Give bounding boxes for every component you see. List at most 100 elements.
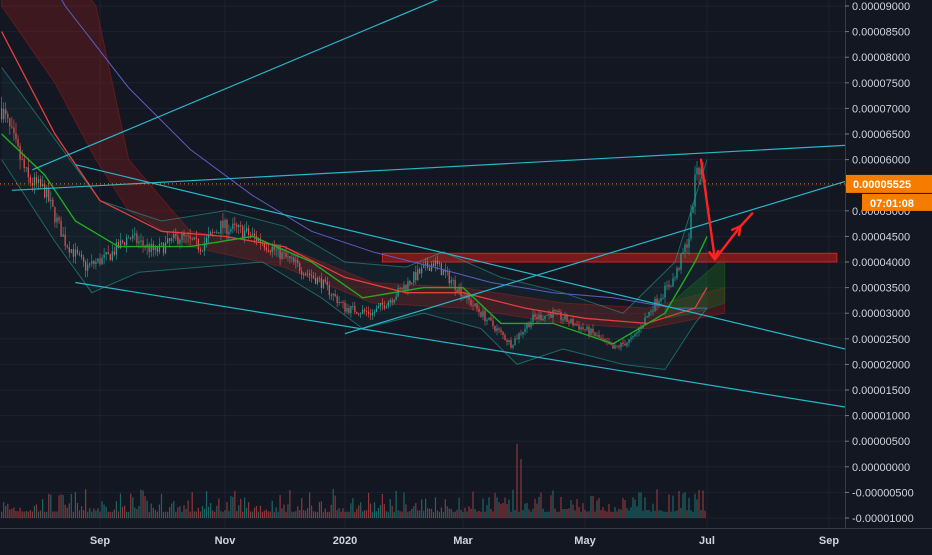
price-axis[interactable]: 0.00009000 0.00008500 0.00008000 0.00007500… [845,0,932,550]
candle-body [666,284,668,286]
volume-bar [682,493,684,518]
candle-body [175,234,177,237]
candle-body [76,249,79,254]
candle-body [308,273,311,276]
time-axis[interactable]: Sep Nov 2020 Mar May Jul Sep [0,528,932,550]
candle-body [496,328,498,332]
candle-body [432,263,435,266]
candle-body [70,249,72,253]
candle-body [27,167,29,178]
candle-body [682,252,684,254]
candle-body [238,225,240,228]
price-tick-label: 0.00004000 [852,257,910,269]
volume-bar [352,498,354,518]
volume-bar [183,505,185,518]
price-chart[interactable]: 0.00009000 0.00008500 0.00008000 0.00007500… [0,0,932,550]
volume-bar [488,497,490,518]
volume-bar [518,511,520,518]
volume-bar [452,511,454,518]
candle-body [44,184,46,198]
volume-bar [208,506,210,518]
candle-body [405,285,407,290]
candle-body [336,296,338,303]
candle-body [179,239,181,244]
candle-body [115,242,117,255]
volume-bar [680,507,682,518]
candle-body [230,229,232,232]
candle-body [510,340,512,348]
volume-bar [56,511,58,518]
candle-body [512,345,514,348]
candle-body [391,300,393,303]
candle-body [401,288,403,290]
candle-body [688,238,690,248]
volume-bar [332,488,334,518]
candle-body [552,310,554,318]
volume-bar [427,508,429,518]
volume-bar [512,489,514,518]
candle-body [289,256,291,259]
volume-bar [510,511,512,518]
volume-bar [275,507,277,518]
volume-bar [263,510,265,518]
candle-body [456,289,458,293]
candle-body [299,263,301,272]
volume-bar [138,506,140,518]
volume-bar [616,511,618,518]
candle-body [652,310,654,312]
volume-bar [269,511,271,518]
candle-body [42,184,44,187]
candle-body [566,315,568,322]
volume-bar [638,492,640,518]
volume-bar [23,511,25,518]
projection-arrows[interactable] [699,158,754,261]
volume-bar [413,506,415,518]
price-tick-label: 0.00002000 [852,359,910,371]
volume-bar [232,496,234,518]
volume-bar [305,510,307,518]
candle-body [474,303,476,306]
candle-body [169,238,171,242]
candle-body [320,278,322,288]
volume-bar [550,495,552,518]
volume-bar [678,491,680,518]
volume-bar [291,511,293,518]
candle-body [9,118,11,127]
candle-body [275,249,277,251]
volume-bar [586,511,588,518]
volume-bar [64,504,66,518]
candle-body [185,235,187,237]
volume-bar [109,511,111,518]
candle-body [572,319,574,326]
volume-bar [169,507,171,518]
volume-bar [528,509,530,518]
volume-bar [121,506,124,518]
candle-body [428,267,431,271]
volume-bar [218,498,220,518]
candle-body [436,260,439,265]
volume-bar [694,493,696,518]
candle-body [13,127,15,134]
volume-bar [54,511,56,518]
volume-bar [498,502,500,518]
candle-body [568,321,570,323]
volume-bar [177,507,179,518]
volume-bar [293,511,295,518]
candle-body [354,305,356,313]
volume-bar [283,504,285,518]
candle-body [564,315,566,320]
candle-body [602,338,604,340]
volume-bar [117,511,120,518]
volume-bar [214,511,216,518]
volume-bar [93,508,95,518]
volume-bar [504,497,506,518]
volume-bar [622,497,624,518]
volume-bar [244,497,246,518]
candle-body [594,332,596,336]
candle-body [620,342,622,348]
candle-body [52,199,54,207]
volume-bar [358,505,360,518]
volume-bar [462,511,464,518]
candle-body [415,272,417,281]
volume-bar [39,510,42,518]
